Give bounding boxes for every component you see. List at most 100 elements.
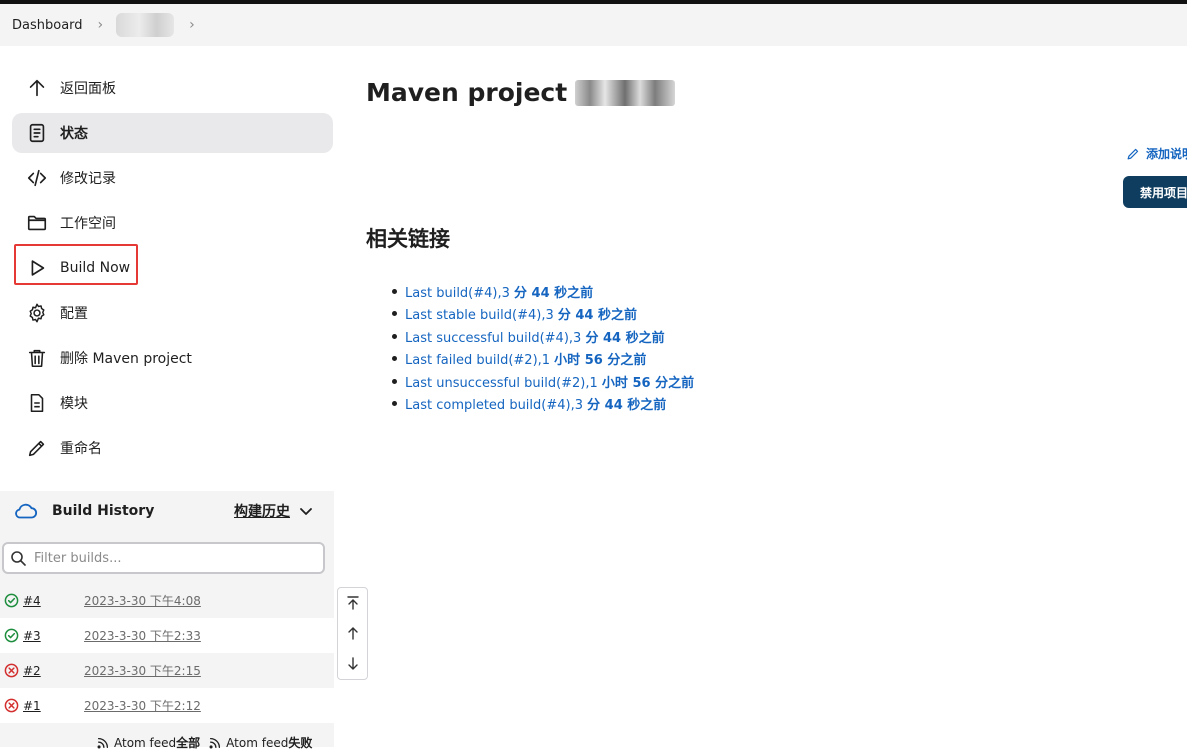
build-history-panel: Build History 构建历史 #4 2023-3-30 下午4:08 #… <box>0 491 334 750</box>
sidebar: 返回面板 状态 修改记录 工作空间 Build Now 配置 删除 Maven … <box>0 68 334 473</box>
build-history-trend-label: 构建历史 <box>234 504 290 520</box>
pencil-icon <box>26 437 48 459</box>
filter-builds-field[interactable] <box>2 542 325 574</box>
sidebar-item-label: 重命名 <box>60 441 102 457</box>
atom-feed-suffix: 失败 <box>288 736 313 750</box>
link-time: 分 44 秒之前 <box>514 285 594 301</box>
list-item: Last build(#4),3 分 44 秒之前 <box>392 280 694 303</box>
build-history-header: Build History 构建历史 <box>0 491 334 531</box>
add-description-link[interactable]: 添加说明 <box>1126 145 1187 162</box>
file-icon <box>26 392 48 414</box>
build-time-link[interactable]: 2023-3-30 下午2:12 <box>84 697 201 714</box>
sidebar-item-workspace[interactable]: 工作空间 <box>12 203 333 243</box>
sidebar-item-build-now[interactable]: Build Now <box>12 248 333 288</box>
link-time: 小时 56 分之前 <box>554 353 647 369</box>
rss-icon <box>97 737 109 748</box>
failed-cross-icon <box>4 663 19 678</box>
sidebar-item-label: Build Now <box>60 260 131 276</box>
last-stable-build-link[interactable]: Last stable build(#4),3 分 44 秒之前 <box>405 304 637 323</box>
last-build-link[interactable]: Last build(#4),3 分 44 秒之前 <box>405 282 593 301</box>
build-time-link[interactable]: 2023-3-30 下午2:15 <box>84 662 201 679</box>
sidebar-item-status[interactable]: 状态 <box>12 113 333 153</box>
chevron-right-icon: › <box>97 17 104 33</box>
success-check-icon <box>4 628 19 643</box>
atom-feed-prefix: Atom feed <box>114 735 177 750</box>
atom-feed-failed-link[interactable]: Atom feed 失败 <box>208 734 312 751</box>
build-row[interactable]: #3 2023-3-30 下午2:33 <box>0 618 334 653</box>
code-icon <box>26 167 48 189</box>
link-time: 分 44 秒之前 <box>585 330 665 346</box>
rss-icon <box>209 737 221 748</box>
last-completed-build-link[interactable]: Last completed build(#4),3 分 44 秒之前 <box>405 394 666 413</box>
sidebar-item-label: 模块 <box>60 396 88 412</box>
scroll-controls <box>337 587 368 680</box>
list-item: Last stable build(#4),3 分 44 秒之前 <box>392 303 694 326</box>
arrow-up-icon <box>26 77 48 99</box>
list-item: Last completed build(#4),3 分 44 秒之前 <box>392 393 694 416</box>
build-number-link[interactable]: #2 <box>23 664 84 678</box>
sidebar-item-rename[interactable]: 重命名 <box>12 428 333 468</box>
last-failed-build-link[interactable]: Last failed build(#2),1 小时 56 分之前 <box>405 349 646 368</box>
page-title: Maven project <box>366 78 676 107</box>
link-text: Last build(#4),3 <box>405 285 515 301</box>
success-check-icon <box>4 593 19 608</box>
search-icon <box>11 551 26 566</box>
atom-feed-prefix: Atom feed <box>226 735 289 750</box>
disable-project-button[interactable]: 禁用项目 <box>1123 176 1187 208</box>
build-number-link[interactable]: #4 <box>23 594 84 608</box>
build-number-link[interactable]: #1 <box>23 699 84 713</box>
failed-cross-icon <box>4 698 19 713</box>
sidebar-item-modules[interactable]: 模块 <box>12 383 333 423</box>
atom-feeds: Atom feed 全部 Atom feed 失败 <box>96 734 320 751</box>
list-item: Last unsuccessful build(#2),1 小时 56 分之前 <box>392 370 694 393</box>
cloud-icon <box>15 503 38 519</box>
sidebar-item-label: 返回面板 <box>60 81 116 97</box>
link-text: Last failed build(#2),1 <box>405 353 555 369</box>
atom-feed-suffix: 全部 <box>176 736 201 750</box>
link-text: Last completed build(#4),3 <box>405 398 588 414</box>
build-time-link[interactable]: 2023-3-30 下午4:08 <box>84 592 201 609</box>
pencil-icon <box>1127 148 1139 159</box>
link-text: Last unsuccessful build(#2),1 <box>405 375 602 391</box>
build-history-title: Build History <box>52 503 155 519</box>
trash-icon <box>26 347 48 369</box>
link-text: Last successful build(#4),3 <box>405 330 586 346</box>
sidebar-item-label: 删除 Maven project <box>60 351 192 367</box>
project-name-redacted <box>575 79 676 106</box>
related-links-list: Last build(#4),3 分 44 秒之前 Last stable bu… <box>392 280 694 415</box>
arrow-down-icon[interactable] <box>345 656 361 672</box>
related-links-title: 相关链接 <box>366 227 450 251</box>
build-history-trend-link[interactable]: 构建历史 <box>234 501 314 521</box>
link-time: 小时 56 分之前 <box>601 375 695 391</box>
filter-builds-input[interactable] <box>32 549 312 567</box>
sidebar-item-configure[interactable]: 配置 <box>12 293 333 333</box>
build-number-link[interactable]: #3 <box>23 629 84 643</box>
chevron-down-icon <box>300 508 312 515</box>
atom-feed-all-link[interactable]: Atom feed 全部 <box>96 734 200 751</box>
build-row[interactable]: #2 2023-3-30 下午2:15 <box>0 653 334 688</box>
folder-icon <box>26 212 48 234</box>
breadcrumb: Dashboard › › <box>0 4 1187 46</box>
chevron-right-icon: › <box>189 17 195 33</box>
sidebar-item-changes[interactable]: 修改记录 <box>12 158 333 198</box>
last-successful-build-link[interactable]: Last successful build(#4),3 分 44 秒之前 <box>405 327 665 346</box>
document-icon <box>26 122 48 144</box>
build-row[interactable]: #4 2023-3-30 下午4:08 <box>0 583 334 618</box>
build-row[interactable]: #1 2023-3-30 下午2:12 <box>0 688 334 723</box>
last-unsuccessful-build-link[interactable]: Last unsuccessful build(#2),1 小时 56 分之前 <box>405 372 694 391</box>
build-list: #4 2023-3-30 下午4:08 #3 2023-3-30 下午2:33 … <box>0 583 334 723</box>
sidebar-item-back-to-dashboard[interactable]: 返回面板 <box>12 68 333 108</box>
link-text: Last stable build(#4),3 <box>405 308 558 324</box>
arrow-up-icon[interactable] <box>345 625 361 641</box>
breadcrumb-dashboard[interactable]: Dashboard <box>12 18 83 33</box>
play-icon <box>26 257 48 279</box>
build-time-link[interactable]: 2023-3-30 下午2:33 <box>84 627 201 644</box>
link-time: 分 44 秒之前 <box>557 308 638 324</box>
list-item: Last successful build(#4),3 分 44 秒之前 <box>392 325 694 348</box>
scroll-to-top-icon[interactable] <box>345 595 361 611</box>
sidebar-item-delete-project[interactable]: 删除 Maven project <box>12 338 333 378</box>
sidebar-item-label: 配置 <box>60 306 88 322</box>
sidebar-item-label: 修改记录 <box>60 171 116 187</box>
breadcrumb-project-redacted[interactable] <box>116 13 175 37</box>
gear-icon <box>26 302 48 324</box>
